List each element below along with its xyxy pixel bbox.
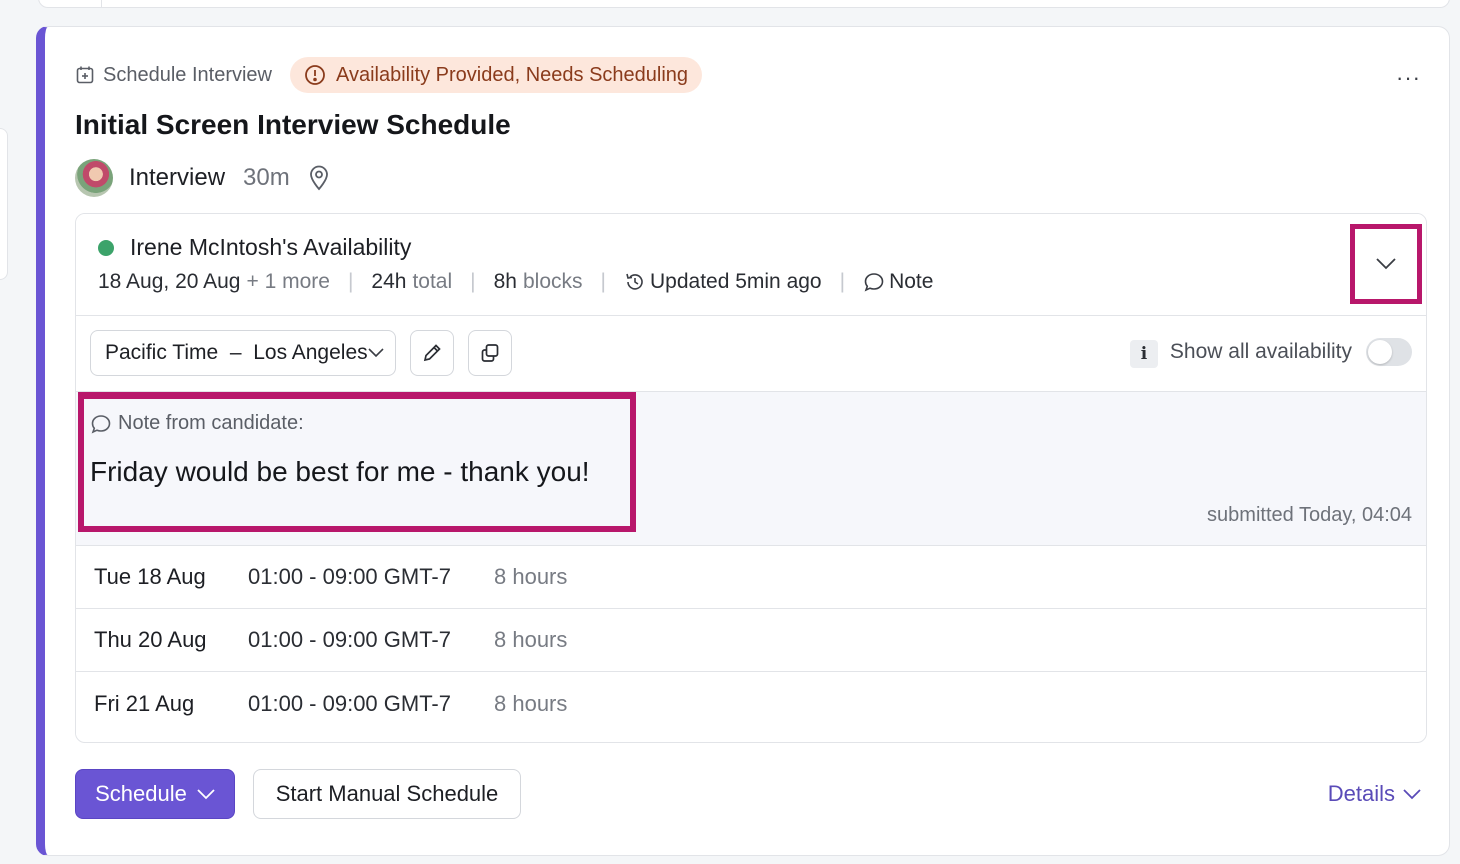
status-badge: Availability Provided, Needs Scheduling	[289, 57, 703, 93]
timezone-select[interactable]: Pacific Time – Los Angeles	[90, 330, 396, 376]
availability-title: Irene McIntosh's Availability	[130, 234, 412, 260]
note-label-text: Note from candidate:	[118, 412, 304, 434]
divider	[101, 0, 102, 7]
availability-slot-row[interactable]: Thu 20 Aug 01:00 - 09:00 GMT-7 8 hours	[76, 609, 1426, 672]
card-header: Schedule Interview Availability Provided…	[75, 57, 703, 93]
availability-dates: 18 Aug, 20 Aug	[98, 270, 241, 293]
total-hours-unit: total	[412, 270, 453, 293]
calendar-plus-icon	[76, 66, 94, 84]
slot-hours: 8 hours	[494, 564, 568, 589]
timezone-value: Pacific Time – Los Angeles	[105, 341, 368, 364]
slot-date: Thu 20 Aug	[94, 627, 207, 652]
schedule-interview-label: Schedule Interview	[75, 64, 272, 87]
meeting-duration: 30m	[243, 164, 290, 191]
candidate-note-text: Friday would be best for me - thank you!	[90, 456, 590, 487]
comment-icon	[863, 271, 885, 293]
copy-button[interactable]	[468, 330, 512, 376]
more-dates-link[interactable]: + 1 more	[246, 270, 329, 294]
availability-summary: 18 Aug, 20 Aug + 1 more | 24h total | 8h…	[98, 270, 934, 294]
availability-panel: Irene McIntosh's Availability 18 Aug, 20…	[75, 213, 1427, 743]
meeting-info: Interview 30m	[75, 159, 330, 197]
chevron-down-icon	[368, 348, 384, 358]
chevron-down-icon	[1376, 258, 1396, 270]
info-icon[interactable]: i	[1130, 340, 1158, 368]
comment-icon	[91, 414, 111, 433]
type-label-text: Schedule Interview	[103, 63, 272, 86]
availability-toolbar: Pacific Time – Los Angeles i Show all av…	[76, 316, 1426, 392]
slot-hours: 8 hours	[494, 627, 568, 652]
meeting-name: Interview	[129, 164, 226, 191]
history-icon	[624, 271, 646, 293]
slot-date: Tue 18 Aug	[94, 564, 206, 589]
slot-time: 01:00 - 09:00 GMT-7	[248, 627, 451, 652]
details-label: Details	[1327, 781, 1395, 806]
copy-icon	[481, 344, 499, 362]
toggle-knob	[1368, 340, 1392, 364]
updated-time: Updated 5min ago	[649, 270, 822, 293]
edit-button[interactable]	[410, 330, 454, 376]
slot-time: 01:00 - 09:00 GMT-7	[248, 564, 451, 589]
expand-collapse-button[interactable]	[1350, 224, 1422, 304]
availability-slot-row[interactable]: Fri 21 Aug 01:00 - 09:00 GMT-7 8 hours	[76, 672, 1426, 735]
total-hours-value: 24h	[371, 270, 407, 293]
details-toggle[interactable]: Details	[1328, 781, 1421, 807]
show-all-availability-label: Show all availability	[1169, 340, 1352, 363]
side-panel-edge	[0, 128, 8, 280]
online-status-dot	[98, 239, 114, 256]
pencil-icon	[423, 344, 441, 362]
slot-date: Fri 21 Aug	[94, 690, 195, 716]
interview-card: Schedule Interview Availability Provided…	[36, 26, 1450, 856]
note-link[interactable]: Note	[889, 270, 933, 294]
block-length-unit: blocks	[522, 270, 583, 293]
schedule-button-label: Schedule	[95, 781, 187, 806]
page-title: Initial Screen Interview Schedule	[75, 109, 511, 140]
note-label: Note from candidate:	[90, 412, 304, 435]
status-badge-text: Availability Provided, Needs Scheduling	[335, 63, 689, 86]
alert-circle-icon	[305, 65, 325, 85]
chevron-down-icon	[197, 788, 215, 799]
schedule-button[interactable]: Schedule	[75, 769, 235, 819]
availability-title-row: Irene McIntosh's Availability	[98, 234, 411, 261]
availability-slot-row[interactable]: Tue 18 Aug 01:00 - 09:00 GMT-7 8 hours	[76, 546, 1426, 609]
slot-time: 01:00 - 09:00 GMT-7	[248, 690, 451, 716]
previous-card-edge	[38, 0, 1450, 8]
availability-header[interactable]: Irene McIntosh's Availability 18 Aug, 20…	[76, 214, 1426, 316]
show-all-availability-toggle[interactable]	[1366, 338, 1412, 366]
avatar	[75, 159, 113, 197]
candidate-note-section: Note from candidate: Friday would be bes…	[76, 392, 1426, 546]
note-submitted-time: submitted Today, 04:04	[1207, 504, 1412, 526]
chevron-down-icon	[1403, 788, 1421, 799]
block-length-value: 8h	[493, 270, 517, 293]
more-options-button[interactable]: ···	[1396, 65, 1421, 91]
start-manual-schedule-button[interactable]: Start Manual Schedule	[253, 769, 521, 819]
slot-hours: 8 hours	[494, 690, 568, 716]
location-pin-icon[interactable]	[308, 165, 330, 191]
